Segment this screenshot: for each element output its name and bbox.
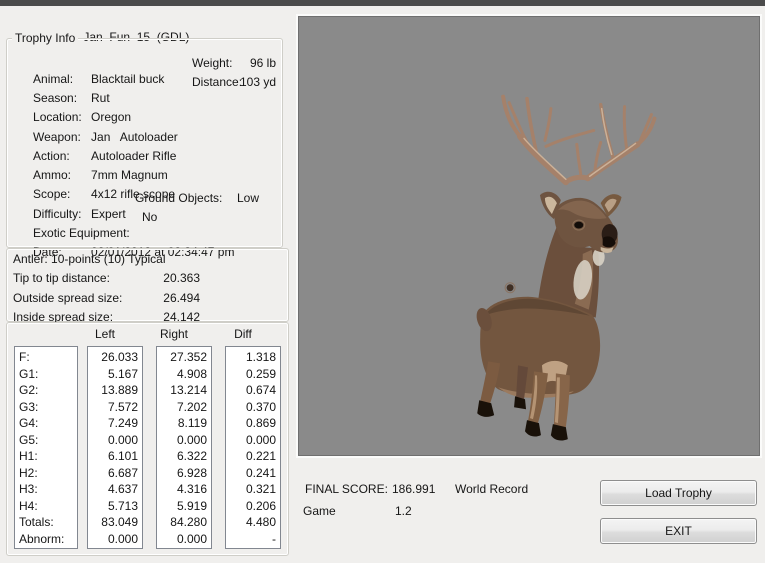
ground-objects-label: Ground Objects: (135, 191, 223, 205)
distance-label: Distance: (192, 75, 243, 89)
antler-groupbox: Antler: 10-points (10) Typical Tip to ti… (6, 248, 289, 324)
right-value: 7.202 (176, 399, 207, 414)
scope-row: Scope: 4x12 rifle scope (13, 170, 278, 201)
measure-label: G3: (19, 399, 39, 414)
trophy-info-groupbox: Trophy Info Animal: Blacktail buck Weight… (6, 31, 283, 259)
left-value: 0.000 (107, 531, 138, 546)
right-value: 6.322 (176, 449, 207, 463)
right-value: 8.119 (177, 416, 207, 430)
left-value: 5.713 (107, 498, 138, 513)
right-column-header: Right (159, 327, 188, 341)
hunter-line: Hunter:Jan Fun 15 (GDL) (8, 13, 189, 44)
diff-value: 0.370 (245, 399, 276, 414)
weight-value: 96 lb (249, 56, 276, 70)
right-value: 0.000 (176, 531, 207, 546)
exit-button[interactable]: EXIT (600, 518, 757, 544)
right-value: 5.919 (176, 498, 207, 513)
right-value: 4.908 (176, 366, 207, 381)
trophy-info-title: Trophy Info (12, 31, 79, 45)
diff-value: 0.259 (245, 366, 276, 381)
diff-column-header: Diff (234, 327, 252, 341)
outside-spread-label: Outside spread size: (13, 291, 123, 305)
final-score-value: 186.991 (392, 482, 436, 496)
left-value: 6.687 (107, 465, 138, 480)
diff-value: 0.869 (245, 416, 276, 430)
measure-label: G4: (19, 416, 39, 430)
left-value: 6.101 (107, 449, 138, 463)
measure-label: H1: (19, 449, 38, 463)
season-row: Season: Rut Distance: 103 yd (13, 74, 278, 105)
left-value: 0.000 (107, 432, 138, 447)
diff-value: 1.318 (245, 350, 276, 364)
diff-value: 0.206 (245, 498, 276, 513)
final-score-label: FINAL SCORE: (305, 482, 388, 496)
tip-to-tip-value: 20.363 (163, 271, 200, 285)
diff-value: - (272, 531, 276, 546)
load-trophy-button[interactable]: Load Trophy (600, 480, 757, 506)
measure-label: G2: (19, 383, 39, 397)
exotic-equipment-value: No (142, 210, 158, 224)
action-row: Action: Autoloader Rifle (13, 132, 278, 163)
game-version-value: 1.2 (395, 504, 412, 518)
trophy-viewer-window: Hunter:Jan Fun 15 (GDL) Trophy Info Anim… (0, 0, 765, 563)
left-value: 7.572 (107, 399, 138, 414)
measure-diff-box: 1.318 0.259 0.674 0.370 0.869 0.000 0.22… (225, 346, 281, 549)
distance-value: 103 yd (239, 75, 276, 89)
measure-label: H2: (19, 465, 38, 480)
measure-label: F: (19, 350, 30, 364)
diff-value: 0.321 (245, 482, 276, 496)
antler-summary: Antler: 10-points (10) Typical (13, 252, 166, 266)
left-value: 7.249 (107, 416, 138, 430)
diff-value: 4.480 (245, 515, 276, 529)
ground-objects-value: Low (237, 191, 260, 205)
outside-spread-row: Outside spread size: 26.494 (13, 290, 284, 306)
measure-left-box: 26.033 5.167 13.889 7.572 7.249 0.000 6.… (87, 346, 143, 549)
left-column-header: Left (94, 327, 115, 341)
diff-value: 0.674 (245, 383, 276, 397)
animal-row: Animal: Blacktail buck Weight: 96 lb (13, 55, 278, 86)
weight-label: Weight: (192, 56, 233, 70)
exotic-equipment-row: Exotic Equipment: No (13, 209, 278, 240)
measure-label: H4: (19, 498, 38, 513)
location-row: Location: Oregon (13, 93, 278, 124)
right-value: 27.352 (170, 350, 207, 364)
measure-label: H3: (19, 482, 38, 496)
right-value: 84.280 (170, 515, 207, 529)
tip-to-tip-row: Tip to tip distance: 20.363 (13, 270, 284, 286)
weapon-row: Weapon: Jan Autoloader (13, 113, 278, 144)
diff-value: 0.000 (245, 432, 276, 447)
game-label: Game (303, 504, 336, 518)
trophy-deer-render (476, 94, 657, 441)
right-value: 4.316 (176, 482, 207, 496)
measure-label: Abnorm: (19, 531, 65, 546)
trophy-render-panel (298, 16, 760, 456)
date-row: Date: 02/01/2012 at 02:34:47 pm (13, 228, 278, 259)
difficulty-row: Difficulty: Expert Ground Objects: Low (13, 190, 278, 221)
left-value: 26.033 (101, 350, 138, 364)
measure-label: G5: (19, 432, 39, 447)
right-value: 6.928 (176, 465, 207, 480)
ammo-row: Ammo: 7mm Magnum (13, 151, 278, 182)
right-value: 13.214 (170, 383, 207, 397)
right-value: 0.000 (176, 432, 207, 447)
world-record-badge: World Record (455, 482, 529, 496)
measure-label: Totals: (19, 515, 54, 529)
tip-to-tip-label: Tip to tip distance: (13, 271, 110, 285)
measure-label: G1: (19, 366, 39, 381)
diff-value: 0.221 (245, 449, 276, 463)
diff-value: 0.241 (245, 465, 276, 480)
measure-right-box: 27.352 4.908 13.214 7.202 8.119 0.000 6.… (156, 346, 212, 549)
left-value: 13.889 (101, 383, 138, 397)
left-value: 4.637 (107, 482, 138, 496)
left-value: 83.049 (101, 515, 138, 529)
antler-summary-row: Antler: 10-points (10) Typical (13, 251, 284, 267)
window-top-bar (0, 0, 765, 6)
left-value: 5.167 (107, 366, 138, 381)
outside-spread-value: 26.494 (163, 291, 200, 305)
measurements-groupbox: Left Right Diff F: G1: G2: G3: G4: G5: H… (6, 322, 289, 556)
measure-labels-box: F: G1: G2: G3: G4: G5: H1: H2: H3: H4: T… (14, 346, 78, 549)
